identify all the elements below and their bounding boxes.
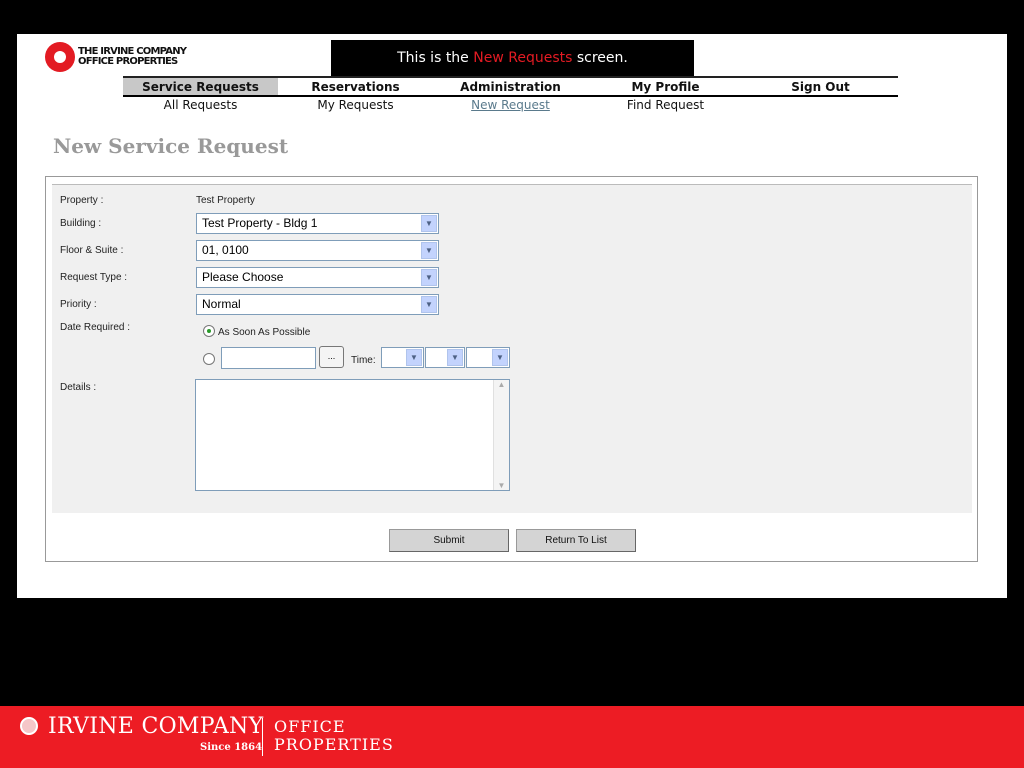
- subnav-all-requests[interactable]: All Requests: [123, 98, 278, 112]
- form-area: Property : Test Property Building : Test…: [52, 184, 972, 513]
- ampm-select[interactable]: ▼: [466, 347, 510, 368]
- subnav-find-request[interactable]: Find Request: [588, 98, 743, 112]
- logo-line2: OFFICE PROPERTIES: [78, 56, 178, 67]
- details-scrollbar[interactable]: ▲ ▼: [493, 380, 509, 490]
- building-label: Building :: [60, 218, 102, 229]
- footer-op1: OFFICE: [274, 717, 346, 736]
- hour-select[interactable]: ▼: [381, 347, 424, 368]
- chevron-down-icon[interactable]: ▼: [492, 349, 508, 366]
- details-textarea[interactable]: ▲ ▼: [195, 379, 510, 491]
- building-select[interactable]: Test Property - Bldg 1 ▼: [196, 213, 439, 234]
- property-value: Test Property: [196, 195, 255, 206]
- minute-select[interactable]: ▼: [425, 347, 465, 368]
- chevron-down-icon[interactable]: ▼: [406, 349, 422, 366]
- specific-date-radio[interactable]: [203, 353, 215, 365]
- company-logo: THE IRVINE COMPANY OFFICE PROPERTIES: [45, 42, 187, 72]
- date-required-label: Date Required :: [60, 322, 131, 333]
- banner-prefix: This is the: [397, 50, 474, 66]
- priority-label: Priority :: [60, 299, 97, 310]
- request-type-select[interactable]: Please Choose ▼: [196, 267, 439, 288]
- details-label: Details :: [60, 382, 97, 393]
- main-nav: Service Requests Reservations Administra…: [123, 76, 898, 97]
- request-type-value: Please Choose: [202, 270, 284, 284]
- floor-suite-select[interactable]: 01, 0100 ▼: [196, 240, 439, 261]
- chevron-down-icon[interactable]: ▼: [421, 269, 437, 286]
- nav-service-requests[interactable]: Service Requests: [123, 78, 278, 95]
- chevron-down-icon[interactable]: ▼: [447, 349, 463, 366]
- calendar-button[interactable]: ...: [319, 346, 344, 368]
- footer-op2: PROPERTIES: [274, 735, 394, 754]
- property-label: Property :: [60, 195, 104, 206]
- footer-brand-bar: IRVINE COMPANY Since 1864 OFFICE PROPERTI…: [0, 706, 1024, 768]
- nav-reservations[interactable]: Reservations: [278, 78, 433, 95]
- logo-flower-icon: [45, 42, 75, 72]
- chevron-down-icon[interactable]: ▼: [421, 242, 437, 259]
- asap-radio[interactable]: [203, 325, 215, 337]
- building-value: Test Property - Bldg 1: [202, 216, 318, 230]
- banner-highlight: New Requests: [473, 50, 573, 66]
- priority-select[interactable]: Normal ▼: [196, 294, 439, 315]
- subnav-new-request[interactable]: New Request: [433, 98, 588, 112]
- nav-sign-out[interactable]: Sign Out: [743, 78, 898, 95]
- floor-value: 01, 0100: [202, 243, 249, 257]
- scroll-up-icon[interactable]: ▲: [494, 380, 509, 389]
- footer-division: OFFICE PROPERTIES: [274, 718, 394, 754]
- time-label: Time:: [351, 355, 376, 366]
- footer-since: Since 1864: [200, 742, 263, 753]
- date-input[interactable]: [221, 347, 316, 369]
- footer-company-name: IRVINE COMPANY: [48, 714, 264, 739]
- submit-button[interactable]: Submit: [389, 529, 509, 552]
- nav-administration[interactable]: Administration: [433, 78, 588, 95]
- subnav-my-requests[interactable]: My Requests: [278, 98, 433, 112]
- floor-label: Floor & Suite :: [60, 245, 124, 256]
- priority-value: Normal: [202, 297, 241, 311]
- request-form: Property : Test Property Building : Test…: [45, 176, 978, 562]
- flower-logo-icon: [20, 717, 38, 735]
- chevron-down-icon[interactable]: ▼: [421, 296, 437, 313]
- banner-suffix: screen.: [572, 50, 628, 66]
- chevron-down-icon[interactable]: ▼: [421, 215, 437, 232]
- asap-label: As Soon As Possible: [218, 327, 311, 338]
- footer-divider: [262, 718, 263, 756]
- scroll-down-icon[interactable]: ▼: [494, 481, 509, 490]
- sub-nav: All Requests My Requests New Request Fin…: [123, 98, 743, 112]
- request-type-label: Request Type :: [60, 272, 128, 283]
- return-to-list-button[interactable]: Return To List: [516, 529, 636, 552]
- nav-my-profile[interactable]: My Profile: [588, 78, 743, 95]
- page-title: New Service Request: [53, 134, 289, 158]
- page-panel: THE IRVINE COMPANY OFFICE PROPERTIES This…: [17, 34, 1007, 598]
- caption-banner: This is the New Requests screen.: [331, 40, 694, 78]
